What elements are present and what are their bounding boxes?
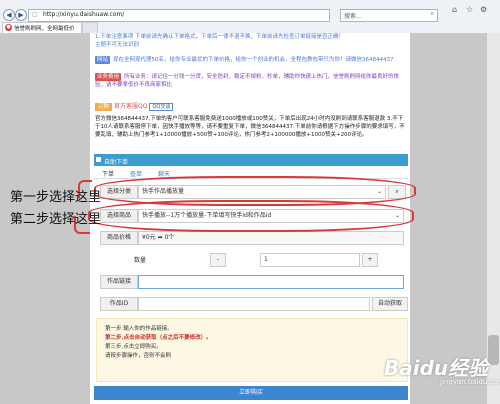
tab-query[interactable]: 查单 [130, 169, 142, 178]
notice-business: 业务费用 所有业务：请记住一分钱一分货，安全防封，稳定不掉粉，秒单，辅助你快速上热… [95, 73, 403, 89]
qq-name: 官方客服QQ [114, 103, 148, 110]
browser-tab[interactable]: ● 信誉刷刷网，全网最低价 [2, 22, 82, 33]
watermark: Baidu经验 [384, 356, 489, 380]
tab-favicon: ● [5, 24, 12, 31]
favorites-icon[interactable]: ☆ [466, 5, 473, 14]
notice-order-text2: 主题不可无法识别 [95, 42, 140, 48]
search-input[interactable]: 搜索... ⌕ [340, 9, 438, 22]
price-row: 商品价格 ¥0元 ➡ 0个 [94, 231, 408, 245]
quantity-minus-button[interactable]: - [210, 253, 226, 267]
annotation-step1: 第一步选择这里 [10, 190, 102, 205]
watermark-sub: jingyan.baidu.com [440, 378, 500, 386]
forward-icon[interactable]: ▶ [15, 9, 27, 21]
notice-agent-badge: 网站 [95, 56, 111, 64]
gear-icon[interactable]: ⚙ [480, 5, 487, 14]
notice-agent-text: 现在全网现代理50名，给你专业最优的下单价格，给你一个创业的机会，全程包教包带只… [113, 57, 394, 63]
annotation-circle-2 [88, 200, 414, 232]
panel-title: 自助下单 [104, 159, 129, 166]
link-label: 作品链接 [100, 275, 138, 289]
notice-business-badge: 业务费用 [95, 73, 122, 81]
annotation-step2: 第二步选择这里 [10, 212, 102, 227]
id-row: 作品ID 自动获取 [94, 297, 408, 311]
quantity-input[interactable]: 1 [260, 253, 360, 267]
link-row: 作品链接 [94, 275, 408, 289]
address-bar[interactable]: ▢ http://xinyu.daishuaw.com/ [28, 9, 330, 22]
tab-title: 信誉刷刷网，全网最低价 [14, 26, 75, 32]
home-icon[interactable]: ⌂ [452, 5, 457, 14]
qq-label: 订购 [95, 103, 113, 111]
scroll-thumb[interactable] [488, 335, 499, 365]
id-input[interactable] [138, 297, 370, 311]
qq-chat-button[interactable]: QQ交谈 [149, 103, 174, 111]
price-label: 商品价格 [100, 231, 138, 245]
notice-agent: 网站 现在全网现代理50名，给你专业最优的下单价格，给你一个创业的机会，全程包教包… [95, 56, 403, 64]
qq-contact: 订购 官方客服QQ QQ交谈 [95, 101, 174, 111]
id-label: 作品ID [100, 297, 138, 311]
browser-toolbar: ◀ ▶ ▢ http://xinyu.daishuaw.com/ 搜索... ⌕… [0, 0, 500, 34]
description-text: 官方微信364844437,下单的客户可联系客服免费送1000播放或100赞关，… [95, 116, 405, 138]
tip-step1: 第一步.输入你的作品链接。 [105, 326, 173, 332]
quantity-row: 数量 - 1 + [94, 253, 408, 267]
notice-order-text: 1.下单注意事项 下单前请先确认下单格式，下单后一律不退不换，下单前请先检查订单… [95, 34, 344, 40]
notice-business-text: 所有业务：请记住一分钱一分货，安全防封，稳定不掉粉，秒单，辅助你快速上热门，信誉… [95, 74, 400, 88]
tips-box: 第一步.输入你的作品链接。 第二步.点击自动获取（点之后不要修改）。 第三步.点… [96, 318, 408, 382]
panel-header: 自助下单 [94, 154, 408, 166]
url-text: http://xinyu.daishuaw.com/ [43, 11, 125, 18]
tip-step3: 第三步.点击立即购买。 [105, 344, 162, 350]
tip-step2: 第二步.点击自动获取（点之后不要修改）。 [105, 335, 212, 341]
notice-order: 1.下单注意事项 下单前请先确认下单格式，下单后一律不退不换，下单前请先检查订单… [95, 33, 403, 49]
quantity-label: 数量 [134, 257, 147, 264]
search-placeholder: 搜索... [344, 13, 362, 20]
tab-order[interactable]: 下单 [102, 169, 114, 178]
price-display: ¥0元 ➡ 0个 [138, 231, 404, 245]
quantity-plus-button[interactable]: + [362, 253, 378, 267]
back-icon[interactable]: ◀ [3, 9, 15, 21]
buy-now-button[interactable]: 立即购买 [94, 386, 408, 400]
new-tab-button[interactable] [82, 22, 98, 33]
tip-step4: 请按步骤操作，否则不会刷 [105, 353, 172, 359]
cart-icon [96, 157, 101, 162]
link-input[interactable] [138, 275, 404, 289]
page-icon: ▢ [32, 11, 38, 18]
search-icon[interactable]: ⌕ [431, 10, 434, 18]
auto-fetch-button[interactable]: 自动获取 [372, 297, 408, 311]
